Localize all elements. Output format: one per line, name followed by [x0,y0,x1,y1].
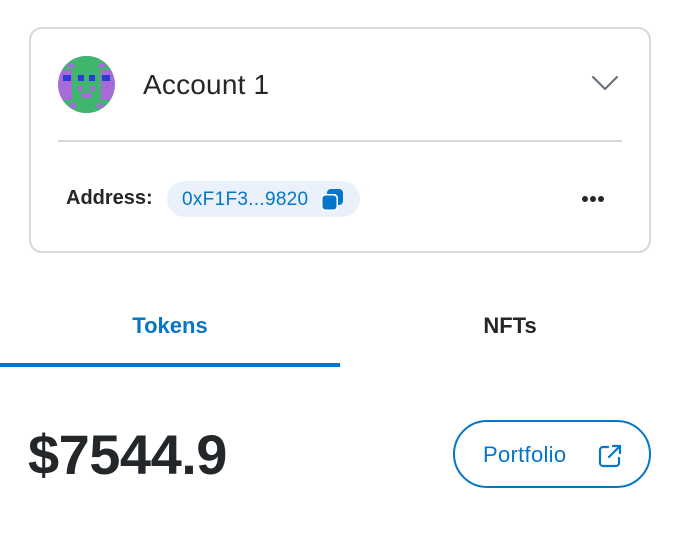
address-copy-button[interactable]: 0xF1F3...9820 [167,181,360,217]
portfolio-label: Portfolio [483,442,567,467]
address-label: Address: [66,187,153,209]
external-link-icon [598,444,622,468]
tab-tokens[interactable]: Tokens [0,290,340,368]
more-horizontal-icon[interactable] [579,187,607,211]
address-value: 0xF1F3...9820 [182,189,309,210]
copy-icon [321,189,343,211]
account-card: Account 1 Address: 0xF1F3...9820 [29,27,651,253]
tab-nfts[interactable]: NFTs [340,290,680,368]
active-tab-indicator [0,363,340,367]
portfolio-button[interactable]: Portfolio [453,420,651,488]
total-balance: $7544.9 [28,423,227,486]
account-selector[interactable]: Account 1 [31,29,649,142]
chevron-down-icon[interactable] [591,73,619,93]
asset-tabs: Tokens NFTs [0,290,680,368]
account-avatar [58,56,115,113]
jazzicon-avatar-icon [58,56,115,113]
card-divider [58,140,622,142]
account-name: Account 1 [143,69,270,100]
address-row: Address: 0xF1F3...9820 [31,179,649,219]
